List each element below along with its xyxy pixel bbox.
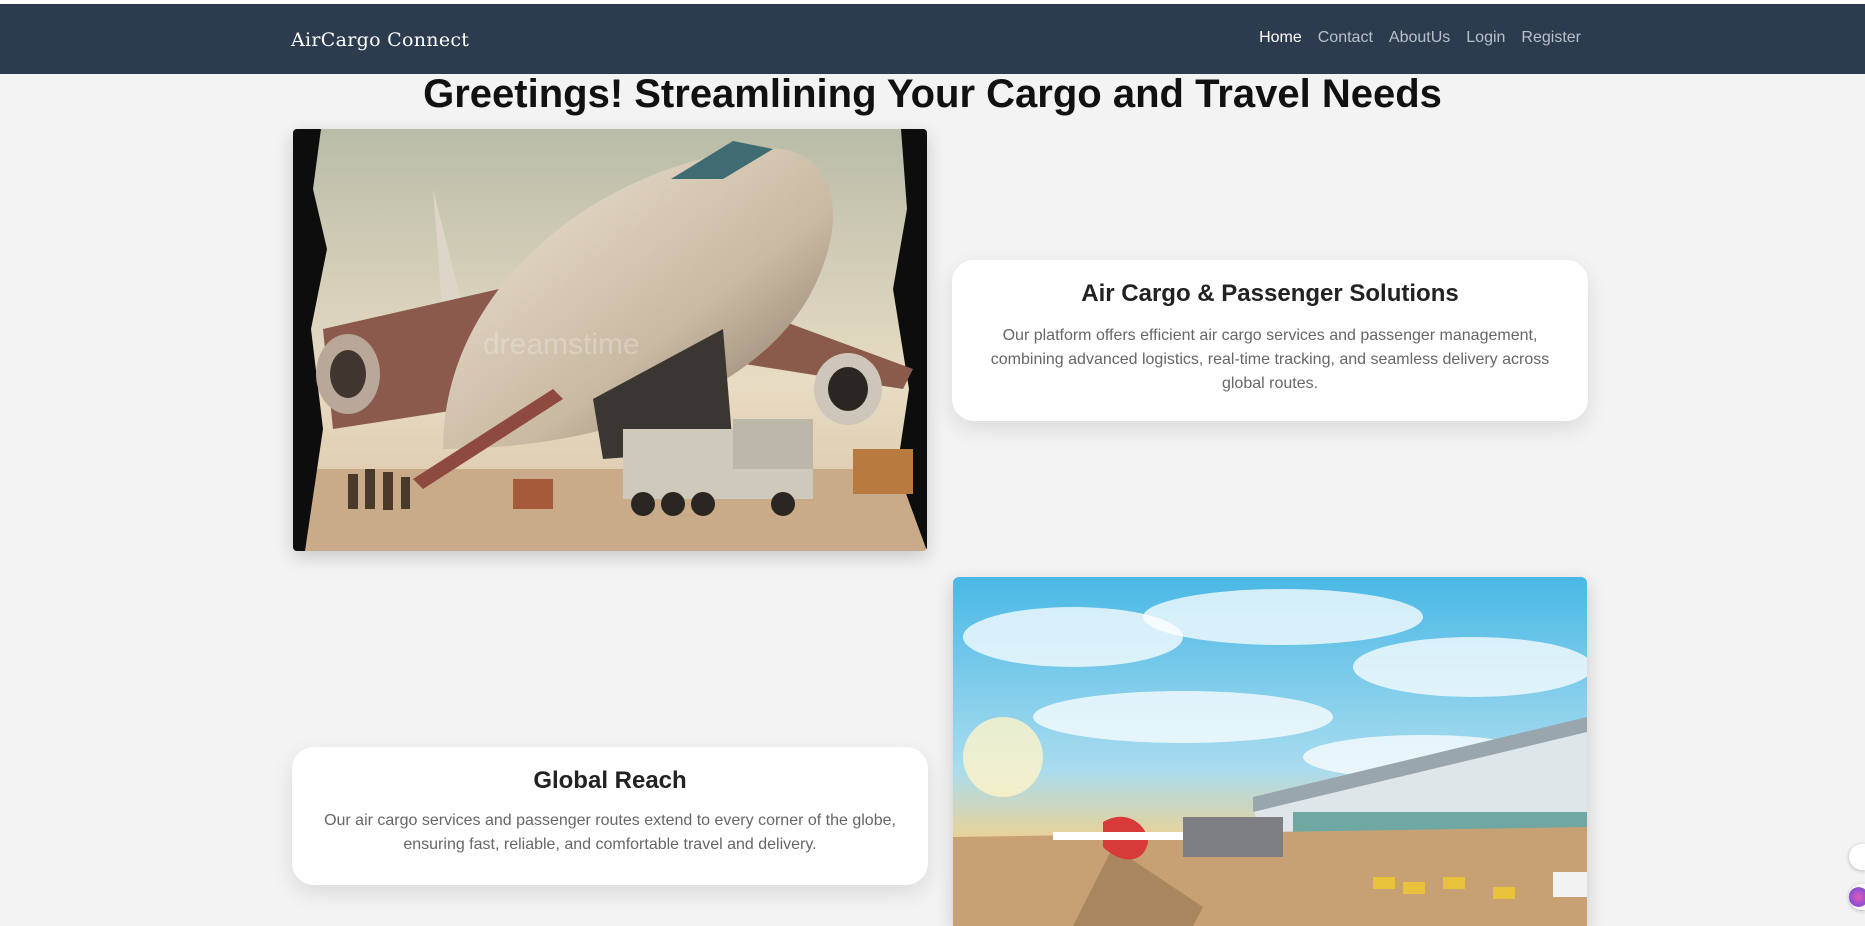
card-title: Air Cargo & Passenger Solutions [1081,280,1459,307]
svg-text:dreamstime: dreamstime [483,328,640,361]
card-title: Global Reach [533,767,687,794]
card-text: Our platform offers efficient air cargo … [990,327,1550,392]
cargo-plane-loading-image: dreamstime [293,129,927,551]
hero-title: Greetings! Streamlining Your Cargo and T… [423,72,1442,116]
floating-assistant-icon[interactable] [1849,884,1865,910]
feature-card-global-reach: Global Reach Our air cargo services and … [292,747,928,885]
nav-link-register[interactable]: Register [1521,29,1581,47]
nav-link-home[interactable]: Home [1259,29,1302,47]
nav-link-contact[interactable]: Contact [1318,29,1373,47]
airport-terminal-image [953,577,1587,926]
card-text: Our air cargo services and passenger rou… [324,812,896,853]
brand-logo[interactable]: AirCargo Connect [291,29,469,51]
nav-link-login[interactable]: Login [1466,29,1505,47]
floating-widget-button[interactable] [1849,844,1865,870]
nav-link-aboutus[interactable]: AboutUs [1389,29,1450,47]
nav-links: Home Contact AboutUs Login Register [1259,29,1581,47]
navbar: AirCargo Connect Home Contact AboutUs Lo… [0,4,1865,74]
feature-card-solutions: Air Cargo & Passenger Solutions Our plat… [952,260,1588,421]
